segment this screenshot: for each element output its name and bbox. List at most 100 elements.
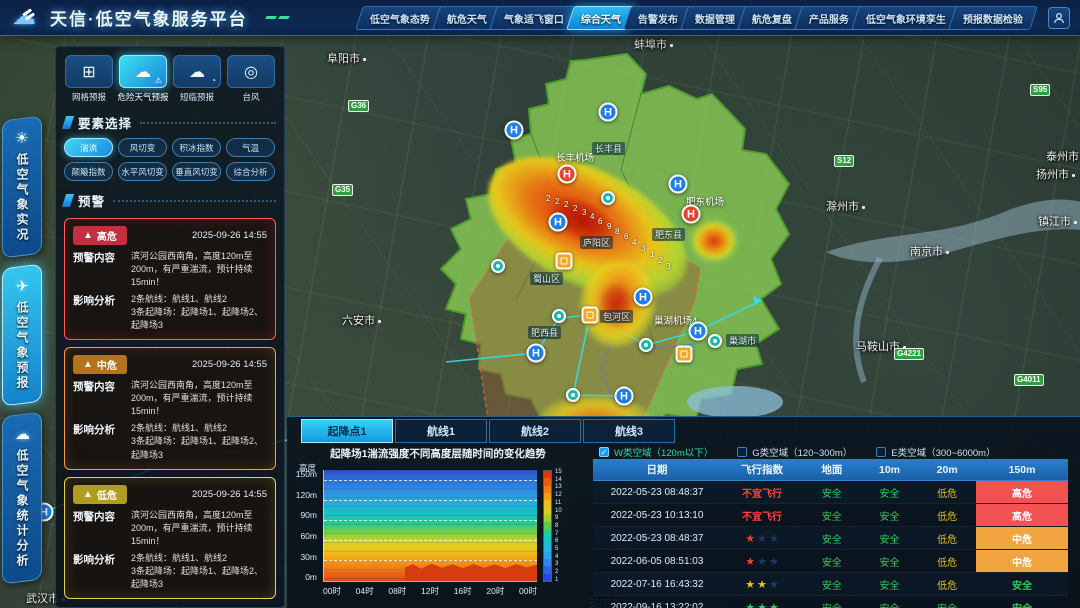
- warning-card-1[interactable]: ▲中危2025-09-26 14:55预警内容滨河公园西南角，高度120m至20…: [64, 347, 276, 469]
- user-account-button[interactable]: [1048, 7, 1070, 29]
- helipad-blue-marker[interactable]: H: [549, 213, 568, 232]
- date-cell: 2022-05-23 10:13:10: [593, 504, 721, 526]
- airspace-filter-0[interactable]: ✓ W类空域（120m以下）: [599, 445, 713, 459]
- city-label: 阜阳市: [327, 50, 366, 66]
- star-icon: ★: [769, 579, 779, 591]
- colorbar-tick: 3: [555, 561, 562, 567]
- airspace-filter-label: W类空域（120m以下）: [614, 445, 713, 459]
- table-row[interactable]: 2022-07-16 16:43:32★★★安全安全低危安全: [593, 573, 1068, 596]
- city-dot: [1072, 174, 1075, 177]
- flight-index-table-block: ✓ W类空域（120m以下） G类空域（120~300m） E类空域（300~6000…: [589, 443, 1080, 607]
- colorbar-segment: [544, 471, 551, 478]
- severity-badge: ▲中危: [73, 355, 127, 374]
- colorbar-segment: [544, 537, 551, 544]
- date-cell: 2022-09-16 13:22:02: [593, 596, 721, 608]
- city-label: 泰州市: [1046, 148, 1080, 164]
- dronepad-orange-marker[interactable]: [582, 307, 599, 324]
- nav-tab-2[interactable]: 气象适飞窗口: [489, 6, 579, 30]
- table-row[interactable]: 2022-05-23 08:48:37★★★安全安全低危中危: [593, 527, 1068, 550]
- side-tab-2[interactable]: ☁低空气象统计分析: [2, 412, 42, 585]
- nav-tab-label: 综合天气: [581, 10, 621, 25]
- table-row[interactable]: 2022-09-16 13:22:02★★★安全安全安全安全: [593, 596, 1068, 608]
- fly-index-cell: ★★★: [721, 527, 803, 549]
- y-tick: 30m: [300, 553, 317, 562]
- table-row[interactable]: 2022-05-23 10:13:10不宜飞行安全安全低危高危: [593, 504, 1068, 527]
- bottom-tab-1[interactable]: 航线1: [395, 419, 487, 443]
- mode-2[interactable]: ☁◔短临预报: [172, 55, 222, 103]
- helipad-blue-marker[interactable]: H: [669, 175, 688, 194]
- helipad-blue-marker[interactable]: H: [505, 121, 524, 140]
- bottom-tab-3[interactable]: 航线3: [583, 419, 675, 443]
- city-label: 镇江市: [1038, 213, 1077, 229]
- nav-tab-label: 气象适飞窗口: [504, 10, 564, 25]
- airspace-filter-2[interactable]: E类空域（300~6000m）: [876, 445, 995, 459]
- side-tab-0[interactable]: ☀低空气象实况: [2, 116, 42, 259]
- chip-2[interactable]: 积冰指数: [172, 138, 221, 157]
- y-tick: 150m: [296, 470, 317, 479]
- side-tab-1[interactable]: ✈低空气象预报: [2, 264, 42, 407]
- mode-3[interactable]: ◎台风: [226, 55, 276, 103]
- chip-1[interactable]: 风切变: [118, 138, 167, 157]
- heatmap-plot: [323, 470, 537, 582]
- left-side-tabs: ☀低空气象实况 ✈低空气象预报 ☁低空气象统计分析: [2, 118, 48, 582]
- poi-teal-marker[interactable]: [491, 259, 505, 273]
- table-row[interactable]: 2022-06-05 08:51:03★★★安全安全低危中危: [593, 550, 1068, 573]
- colorbar-segment: [544, 522, 551, 529]
- nav-tab-0[interactable]: 低空气象态势: [355, 6, 445, 30]
- ground-cell: 安全: [803, 573, 861, 595]
- risk-grid-value: 4: [590, 212, 594, 221]
- table-row[interactable]: 2022-05-23 08:48:37不宜飞行安全安全低危高危: [593, 481, 1068, 504]
- warning-card-2[interactable]: ▲低危2025-09-26 14:55预警内容滨河公园西南角，高度120m至20…: [64, 477, 276, 599]
- bottom-tab-2[interactable]: 航线2: [489, 419, 581, 443]
- helipad-blue-marker[interactable]: H: [634, 288, 653, 307]
- district-label: 长丰县: [592, 142, 625, 155]
- mode-1[interactable]: ☁⚠危险天气预报: [118, 55, 168, 103]
- chip-6[interactable]: 垂直风切变: [172, 162, 221, 181]
- poi-teal-marker[interactable]: [601, 191, 615, 205]
- chip-5[interactable]: 水平风切变: [118, 162, 167, 181]
- severity-label: 高危: [97, 228, 117, 243]
- top-header: ☁ 天信·低空气象服务平台 低空气象态势航危天气气象适飞窗口综合天气告警发布数据…: [0, 0, 1080, 36]
- mode-0[interactable]: ⊞网格预报: [64, 55, 114, 103]
- y-tick: 60m: [300, 532, 317, 541]
- element-chip-group: 湍流风切变积冰指数气温颠簸指数水平风切变垂直风切变综合分析: [64, 138, 276, 181]
- star-icon: ★: [757, 602, 767, 608]
- helipad-blue-marker[interactable]: H: [689, 322, 708, 341]
- helipad-red-marker[interactable]: H: [558, 165, 577, 184]
- chip-3[interactable]: 气温: [226, 138, 275, 157]
- checkbox-icon: ✓: [599, 447, 609, 457]
- poi-teal-marker[interactable]: [708, 334, 722, 348]
- helipad-blue-marker[interactable]: H: [615, 387, 634, 406]
- nav-tab-label: 产品服务: [809, 10, 849, 25]
- x-tick: 04时: [356, 585, 374, 597]
- river-branch: [856, 258, 880, 382]
- y-tick: 90m: [300, 511, 317, 520]
- poi-teal-marker[interactable]: [566, 388, 580, 402]
- warning-card-header: ▲中危2025-09-26 14:55: [73, 355, 267, 374]
- nav-tab-label: 航危天气: [447, 10, 487, 25]
- bottom-tab-0[interactable]: 起降点1: [301, 419, 393, 443]
- poi-teal-marker[interactable]: [552, 309, 566, 323]
- city-dot: [946, 251, 949, 254]
- helipad-blue-marker[interactable]: H: [599, 103, 618, 122]
- mode-label: 危险天气预报: [118, 91, 169, 103]
- dronepad-orange-marker[interactable]: [676, 346, 693, 363]
- chip-4[interactable]: 颠簸指数: [64, 162, 113, 181]
- road-badge-S95: S95: [1030, 84, 1050, 96]
- chip-0[interactable]: 湍流: [64, 138, 113, 157]
- poi-teal-marker[interactable]: [639, 338, 653, 352]
- poi-teal-glyph: [606, 196, 610, 200]
- helipad-red-marker[interactable]: H: [682, 205, 701, 224]
- poi-teal-glyph: [557, 314, 561, 318]
- nav-tab-9[interactable]: 预报数据检验: [948, 6, 1038, 30]
- warning-card-list: ▲高危2025-09-26 14:55预警内容滨河公园西南角，高度120m至20…: [64, 218, 276, 599]
- risk-grid-value: 6: [598, 217, 602, 226]
- dronepad-orange-glyph: [561, 258, 568, 265]
- dronepad-orange-marker[interactable]: [556, 253, 573, 270]
- ground-cell: 安全: [803, 550, 861, 572]
- chip-7[interactable]: 综合分析: [226, 162, 275, 181]
- helipad-blue-marker[interactable]: H: [527, 344, 546, 363]
- warning-card-0[interactable]: ▲高危2025-09-26 14:55预警内容滨河公园西南角，高度120m至20…: [64, 218, 276, 340]
- nav-tab-8[interactable]: 低空气象环境孪生: [851, 6, 961, 30]
- airspace-filter-1[interactable]: G类空域（120~300m）: [737, 445, 852, 459]
